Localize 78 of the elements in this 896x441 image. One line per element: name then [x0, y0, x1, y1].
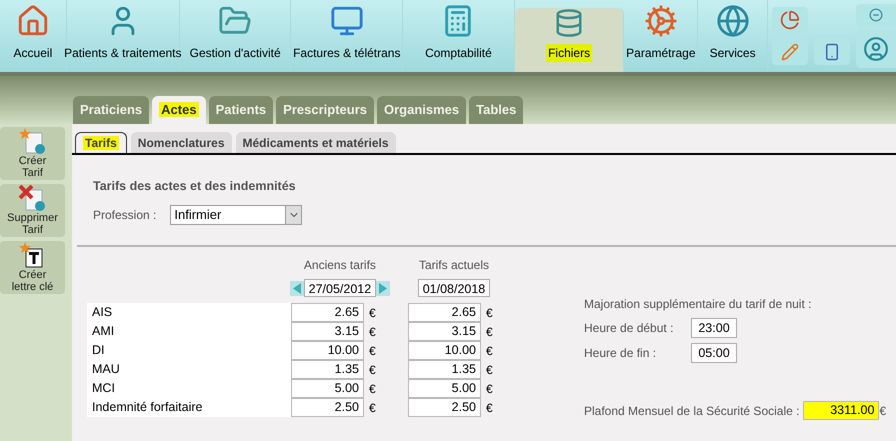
price-field[interactable]: 1.35 [408, 360, 481, 379]
profession-label: Profession : [93, 206, 156, 224]
right-triangle-icon [379, 282, 388, 294]
currency-label: € [368, 362, 377, 378]
date-field[interactable]: 01/08/2018 [418, 279, 490, 297]
currency-label: € [368, 324, 377, 340]
time-label: Heure de début : [584, 320, 674, 337]
toolbar-button[interactable]: Fichiers [514, 8, 624, 72]
toolbar-button[interactable]: Services [698, 0, 768, 72]
time-label: Heure de fin : [584, 345, 658, 362]
time-field[interactable]: 23:00 [691, 318, 737, 338]
column-header: Anciens tarifs [304, 257, 376, 274]
globe-icon [716, 4, 750, 38]
currency-label: € [368, 380, 377, 398]
price-field[interactable]: 5.00 [291, 379, 364, 398]
pencil-icon [781, 43, 799, 61]
price-field[interactable]: 2.50 [291, 398, 364, 417]
price-field[interactable]: 2.65 [291, 303, 364, 322]
ceiling-label: Plafond Mensuel de la Sécurité Sociale : [584, 402, 800, 420]
date-field[interactable]: 27/05/2012 [304, 279, 376, 297]
currency-label: € [485, 362, 493, 378]
price-field[interactable]: 2.50 [408, 398, 481, 417]
toolbar-button[interactable]: Comptabilité [403, 0, 515, 72]
previous-button[interactable] [290, 280, 304, 296]
pencil-button[interactable] [772, 39, 808, 65]
price-field[interactable]: 3.15 [408, 322, 481, 341]
price-field[interactable]: 3.15 [291, 322, 364, 341]
tariff-name: MCI [87, 379, 291, 398]
user-button[interactable] [856, 30, 896, 68]
toolbar-button[interactable]: Factures & télétrans [291, 0, 404, 72]
time-field[interactable]: 05:00 [691, 343, 737, 363]
sidebar-button[interactable]: Créer lettre clé [0, 241, 65, 294]
sidebar-button[interactable]: Créer Tarif [0, 127, 65, 180]
currency-label: € [485, 324, 493, 340]
price-field[interactable]: 5.00 [408, 379, 481, 398]
sub-tab[interactable]: Tarifs [75, 132, 127, 153]
ceiling-field[interactable]: 3311.00 [803, 401, 880, 420]
new-document-icon [18, 127, 48, 155]
minimize-icon [869, 8, 883, 22]
phone-button[interactable] [814, 39, 850, 65]
currency-label: € [485, 342, 493, 360]
section-title: Tarifs des actes et des indemnités [93, 178, 297, 195]
tariff-name: Indemnité forfaitaire [87, 398, 291, 417]
sidebar-button[interactable]: Supprimer Tarif [0, 184, 65, 237]
tariff-name: AMI [87, 322, 291, 341]
currency-label: € [368, 400, 377, 416]
pie-chart-icon [780, 10, 800, 30]
price-field[interactable]: 10.00 [408, 341, 481, 360]
tariff-name: AIS [87, 303, 291, 322]
person-icon [863, 36, 889, 62]
toolbar-button[interactable]: Gestion d'activité [180, 0, 292, 72]
toolbar-button[interactable]: Patients & traitements [66, 0, 180, 72]
sub-tab[interactable]: Médicaments et matériels [236, 132, 396, 153]
currency-label: € [368, 304, 377, 322]
price-field[interactable]: 10.00 [291, 341, 364, 360]
tariff-name: MAU [87, 360, 291, 379]
currency-label: € [485, 304, 493, 322]
tab[interactable]: Actes [152, 96, 206, 124]
next-button[interactable] [376, 280, 390, 296]
chart-button[interactable] [772, 7, 808, 33]
minimize-button[interactable] [856, 4, 896, 26]
sub-tab[interactable]: Nomenclatures [130, 132, 232, 153]
currency-label: € [879, 402, 886, 420]
phone-icon [823, 43, 841, 61]
profession-dropdown[interactable]: Infirmier [170, 204, 302, 225]
column-header: Tarifs actuels [418, 257, 489, 274]
price-field[interactable]: 2.65 [408, 303, 481, 322]
currency-label: € [485, 400, 493, 416]
monitor-icon [330, 4, 364, 38]
currency-label: € [485, 380, 493, 398]
delete-document-icon [18, 184, 48, 212]
price-field[interactable]: 1.35 [291, 360, 364, 379]
tariff-name: DI [87, 341, 291, 360]
left-triangle-icon [292, 282, 301, 294]
currency-label: € [368, 342, 377, 360]
toolbar-button[interactable]: Paramétrage [624, 0, 698, 72]
night-rate-title: Majoration supplémentaire du tarif de nuit : [584, 296, 812, 313]
gear-icon [644, 4, 678, 38]
